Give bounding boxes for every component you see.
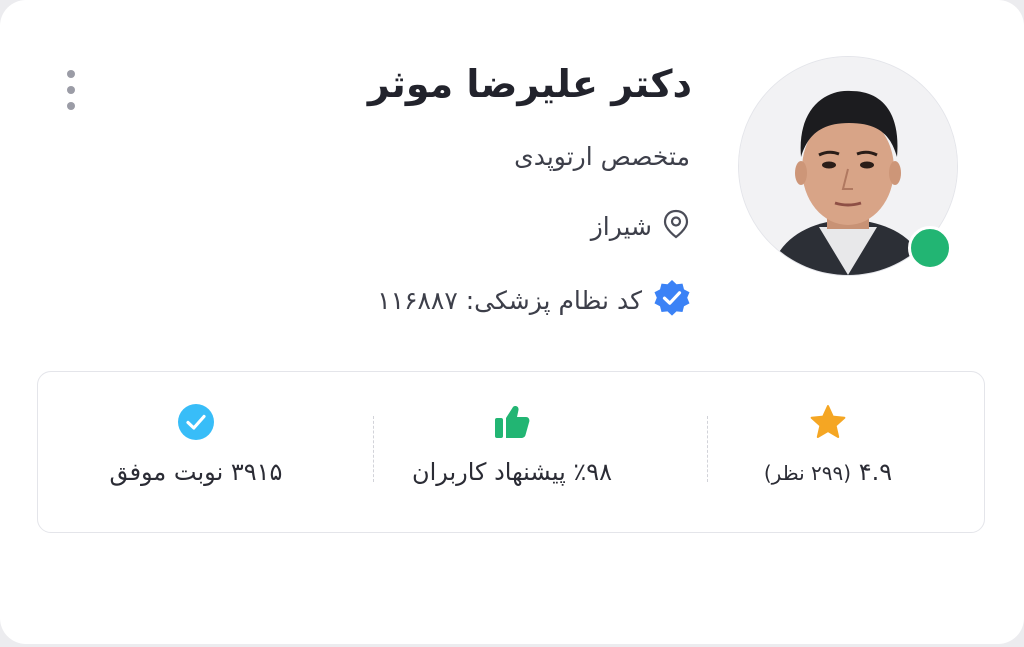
menu-dot — [67, 86, 75, 94]
medical-code: کد نظام پزشکی: ۱۱۶۸۸۷ — [377, 285, 642, 315]
stat-appointments[interactable]: ۳۹۱۵ نوبت موفق — [38, 372, 354, 532]
menu-dot — [67, 70, 75, 78]
location-row: شیراز — [591, 209, 690, 243]
stat-divider — [373, 416, 374, 482]
thumbs-up-icon — [492, 402, 532, 442]
doctor-city: شیراز — [590, 211, 652, 241]
stat-divider — [707, 416, 708, 482]
more-options-button[interactable] — [56, 68, 86, 112]
star-icon — [808, 402, 848, 442]
stat-rating[interactable]: ۴.۹ (۲۹۹ نظر) — [670, 372, 986, 532]
verified-badge-icon — [652, 278, 692, 322]
rating-value: ۴.۹ (۲۹۹ نظر) — [670, 458, 986, 486]
avatar-container[interactable] — [738, 56, 958, 276]
stat-recommendation[interactable]: ٪۹۸ پیشنهاد کاربران — [354, 372, 670, 532]
stats-panel: ۴.۹ (۲۹۹ نظر) ٪۹۸ پیشنهاد کاربران ۳۹۱۵ ن… — [37, 371, 985, 533]
doctor-profile-card: دکتر علیرضا موثر متخصص ارتوپدی شیراز کد … — [0, 0, 1024, 644]
doctor-name: دکتر علیرضا موثر — [367, 62, 692, 106]
online-status-dot — [908, 226, 952, 270]
menu-dot — [67, 102, 75, 110]
appointments-label: ۳۹۱۵ نوبت موفق — [109, 458, 283, 486]
recommendation-label: ٪۹۸ پیشنهاد کاربران — [411, 458, 613, 486]
doctor-specialty: متخصص ارتوپدی — [514, 142, 690, 171]
rating-score: ۴.۹ — [858, 458, 893, 486]
check-circle-icon — [176, 402, 216, 442]
location-pin-icon — [662, 209, 690, 243]
rating-review-count: (۲۹۹ نظر) — [763, 461, 852, 485]
medical-code-row: کد نظام پزشکی: ۱۱۶۸۸۷ — [377, 278, 692, 322]
